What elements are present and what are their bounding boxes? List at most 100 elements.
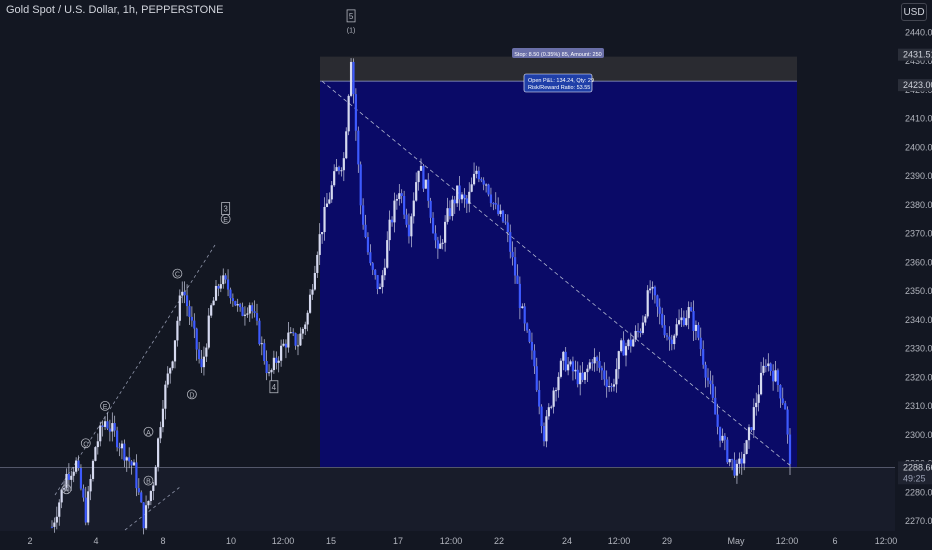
candle-body — [313, 272, 316, 290]
y-tick-label: 2300.00 — [905, 430, 932, 440]
candle-body — [427, 179, 430, 201]
x-tick-label: 12:00 — [875, 536, 898, 546]
candle-body — [147, 500, 150, 506]
candle-body — [357, 130, 360, 165]
candle-body — [726, 439, 729, 463]
candle-body — [96, 441, 99, 448]
channel-line-upper — [54, 244, 216, 496]
candle-body — [439, 243, 442, 249]
candle-body — [743, 453, 746, 464]
candle-body — [111, 423, 114, 432]
candle-body — [395, 199, 398, 201]
candle-body — [663, 325, 666, 336]
candle-body — [183, 291, 186, 296]
y-tick-label: 2350.00 — [905, 286, 932, 296]
x-tick-label: 17 — [393, 536, 403, 546]
candle-body — [709, 380, 712, 385]
candle-body — [448, 208, 452, 217]
candle-body — [453, 199, 456, 204]
candle-body — [345, 131, 348, 159]
open-pl-label: Open P&L: 134.24, Qty: 29 — [528, 78, 594, 84]
candle-body — [270, 370, 273, 373]
candle-body — [272, 357, 275, 371]
candle-body — [757, 394, 760, 403]
candle-body — [470, 184, 473, 192]
candle-body — [779, 385, 782, 399]
candle-body — [690, 307, 693, 312]
candle-body — [569, 361, 572, 365]
candle-body — [627, 339, 630, 347]
candle-body — [485, 184, 488, 186]
candle-body — [137, 488, 140, 493]
candle-body — [436, 240, 439, 249]
candle-body — [530, 341, 534, 351]
candle-body — [181, 291, 184, 296]
candle-body — [386, 240, 389, 268]
candle-body — [311, 289, 314, 295]
wave-label: C — [83, 441, 88, 448]
candle-body — [444, 221, 447, 243]
candle-body — [629, 339, 632, 347]
candle-body — [70, 475, 73, 480]
candle-body — [403, 196, 406, 215]
candle-body — [497, 204, 500, 215]
candle-body — [125, 457, 128, 461]
candle-body — [282, 343, 285, 346]
candle-body — [188, 306, 191, 317]
candle-body — [335, 167, 338, 172]
chart-area[interactable]: 2440.002430.002420.002410.002400.002390.… — [0, 0, 932, 550]
candle-body — [214, 285, 218, 301]
y-tick-label: 2310.00 — [905, 401, 932, 411]
candle-body — [378, 287, 382, 289]
candle-body — [267, 372, 271, 374]
candle-body — [767, 363, 770, 367]
x-tick-label: 6 — [832, 536, 837, 546]
candle-body — [79, 468, 83, 489]
candle-body — [171, 361, 174, 369]
candle-body — [106, 421, 109, 429]
candle-body — [711, 384, 714, 398]
candle-body — [65, 473, 68, 489]
y-tick-label: 2320.00 — [905, 372, 932, 382]
candle-body — [562, 351, 565, 361]
candle-body — [381, 275, 384, 288]
candle-body — [229, 289, 232, 299]
candle-body — [205, 347, 208, 357]
candle-body — [680, 317, 683, 321]
candle-body — [617, 351, 620, 370]
x-tick-label: 2 — [27, 536, 32, 546]
candle-body — [583, 372, 587, 380]
candle-body — [769, 363, 772, 371]
candle-body — [487, 184, 490, 195]
candle-body — [499, 210, 502, 215]
candle-body — [200, 359, 203, 368]
candle-body — [644, 316, 647, 323]
candle-body — [764, 365, 767, 367]
candle-body — [135, 462, 138, 489]
candle-body — [509, 232, 512, 252]
candle-body — [246, 313, 249, 315]
risk-reward-label: Risk/Reward Ratio: 53.55 — [528, 85, 590, 91]
candle-body — [528, 330, 531, 342]
candle-body — [144, 505, 148, 529]
candle-body — [255, 313, 259, 321]
candle-body — [58, 502, 61, 517]
currency-button[interactable]: USD — [901, 3, 927, 21]
candle-body — [91, 460, 95, 479]
candle-body — [207, 315, 210, 348]
candle-body — [234, 301, 237, 306]
candle-body — [692, 311, 695, 331]
y-tick-label: 2280.00 — [905, 487, 932, 497]
candle-body — [161, 408, 165, 428]
target-zone — [320, 81, 797, 468]
x-tick-label: 12:00 — [272, 536, 295, 546]
candle-body — [417, 170, 420, 183]
candle-body — [72, 471, 75, 476]
price-chart-svg[interactable]: 2440.002430.002420.002410.002400.002390.… — [0, 0, 932, 550]
candle-body — [723, 435, 726, 440]
x-tick-label: 12:00 — [440, 536, 463, 546]
candle-body — [154, 466, 157, 486]
candle-body — [463, 194, 466, 199]
candle-body — [364, 224, 367, 238]
candle-body — [82, 488, 85, 498]
